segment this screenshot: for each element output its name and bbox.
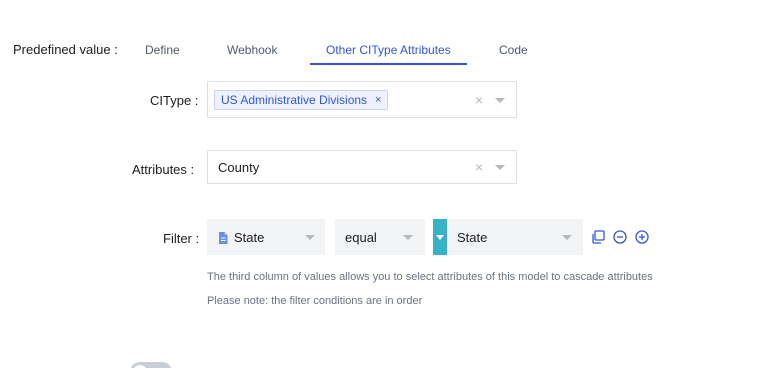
filter-attribute-select[interactable]: State bbox=[207, 219, 325, 255]
filter-operator-select[interactable]: equal bbox=[335, 219, 425, 255]
toggle-switch[interactable] bbox=[130, 362, 172, 368]
filter-hint: The third column of values allows you to… bbox=[207, 271, 653, 283]
filter-operator-value: equal bbox=[345, 230, 377, 245]
citype-select[interactable]: US Administrative Divisions × × bbox=[207, 81, 517, 118]
tab-webhook[interactable]: Webhook bbox=[227, 43, 277, 57]
filter-attribute-value: State bbox=[234, 230, 265, 245]
filter-value: State bbox=[457, 230, 488, 245]
attributes-value: County bbox=[218, 160, 260, 175]
copy-icon[interactable] bbox=[591, 230, 605, 244]
attributes-label: Attributes : bbox=[132, 162, 195, 177]
clear-close-icon[interactable]: × bbox=[475, 93, 483, 107]
citype-tag-label: US Administrative Divisions bbox=[221, 93, 368, 107]
tab-define[interactable]: Define bbox=[145, 43, 180, 57]
predefined-value-label: Predefined value : bbox=[13, 42, 118, 57]
caret-down-icon[interactable] bbox=[495, 165, 505, 170]
filter-order-note: Please note: the filter conditions are i… bbox=[207, 295, 423, 307]
plus-circle-icon[interactable] bbox=[635, 230, 649, 244]
caret-down-icon bbox=[436, 235, 444, 240]
doc-icon bbox=[218, 231, 228, 244]
filter-value-type-toggle[interactable] bbox=[433, 219, 447, 255]
caret-down-icon[interactable] bbox=[562, 235, 572, 240]
attributes-select[interactable]: County × bbox=[207, 150, 517, 184]
citype-label: CIType : bbox=[150, 93, 199, 108]
caret-down-icon[interactable] bbox=[495, 98, 505, 103]
tab-code[interactable]: Code bbox=[499, 43, 528, 57]
active-tab-indicator bbox=[310, 63, 467, 65]
caret-down-icon[interactable] bbox=[403, 235, 413, 240]
tag-close-icon[interactable]: × bbox=[375, 94, 381, 106]
tab-other-citype-attributes[interactable]: Other CIType Attributes bbox=[326, 43, 451, 57]
caret-down-icon[interactable] bbox=[305, 235, 315, 240]
minus-circle-icon[interactable] bbox=[613, 230, 627, 244]
filter-label: Filter : bbox=[163, 231, 200, 246]
filter-value-select[interactable]: State bbox=[447, 219, 583, 255]
clear-close-icon[interactable]: × bbox=[475, 160, 483, 174]
citype-tag: US Administrative Divisions × bbox=[214, 90, 389, 110]
